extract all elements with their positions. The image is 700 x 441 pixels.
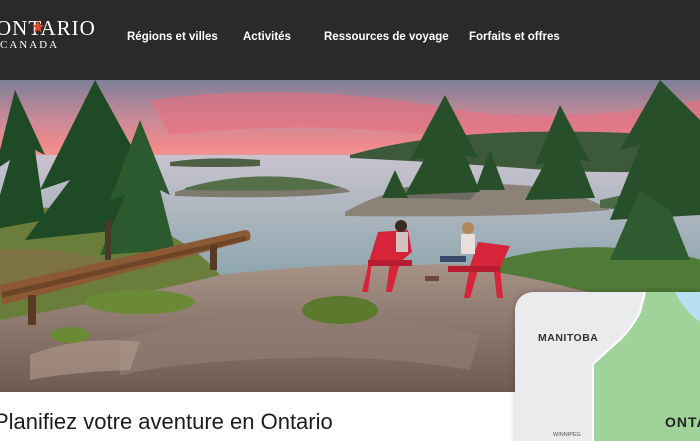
- page-title: Planifiez votre aventure en Ontario: [0, 409, 333, 434]
- top-navigation-bar: ONTARIO CANADA Régions et villes Activit…: [0, 0, 700, 80]
- nav-item-packages-offers[interactable]: Forfaits et offres: [469, 28, 560, 46]
- main-nav: Régions et villes Activités Ressources d…: [0, 28, 700, 46]
- map-label-winnipeg: WINNIPEG: [553, 432, 581, 438]
- nav-item-regions[interactable]: Régions et villes: [127, 28, 218, 46]
- ontario-map-card[interactable]: MANITOBA ONTARIO WINNIPEG: [515, 292, 700, 441]
- nav-item-travel-resources[interactable]: Ressources de voyage: [324, 28, 449, 46]
- nav-item-activities[interactable]: Activités: [243, 28, 291, 46]
- map-label-manitoba: MANITOBA: [538, 332, 599, 344]
- map-label-ontario: ONTARIO: [665, 414, 700, 430]
